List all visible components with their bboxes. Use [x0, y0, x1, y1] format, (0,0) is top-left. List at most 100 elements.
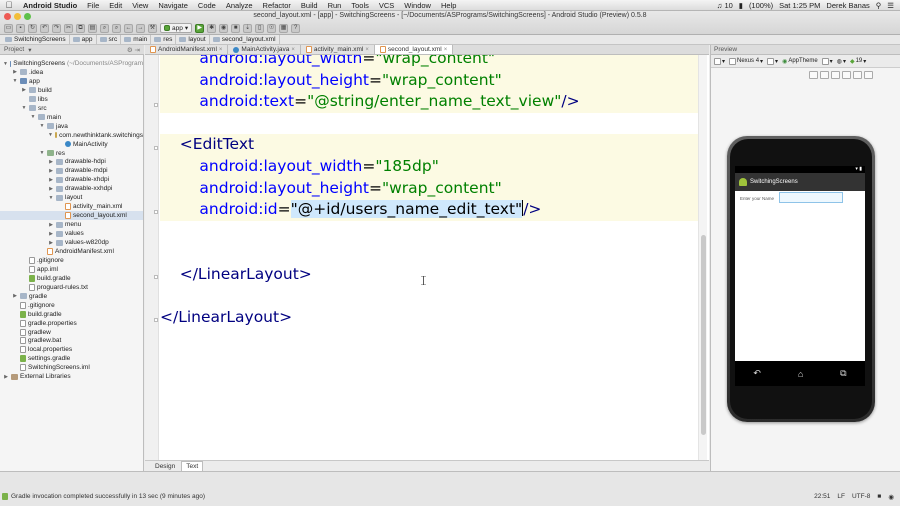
code-line[interactable]: [160, 113, 700, 135]
zoom-in-icon[interactable]: [831, 71, 840, 79]
breadcrumb-item[interactable]: app: [70, 35, 97, 44]
tree-item[interactable]: ▼ java: [0, 122, 143, 131]
api-select[interactable]: ◆ 19 ▾: [850, 58, 866, 65]
clock[interactable]: Sat 1:25 PM: [779, 1, 820, 10]
editor-tab[interactable]: MainActivity.java ×: [228, 45, 301, 54]
app-menu[interactable]: Android Studio: [18, 1, 82, 10]
code-line[interactable]: </LinearLayout>: [160, 264, 700, 286]
tree-item[interactable]: ▶ .idea: [0, 68, 143, 77]
scrollbar-thumb[interactable]: [701, 235, 706, 435]
tree-item[interactable]: settings.gradle: [0, 354, 143, 363]
chevron-right-icon[interactable]: ▶: [48, 231, 54, 237]
tree-item[interactable]: ▼ com.newthinktank.switchings: [0, 131, 143, 140]
search-icon[interactable]: ⚲: [876, 1, 882, 10]
fold-marker-icon[interactable]: [154, 103, 158, 107]
sdk-manager-icon[interactable]: ⇣: [243, 23, 253, 33]
chevron-right-icon[interactable]: ▶: [12, 293, 18, 299]
tree-item[interactable]: ▼ app: [0, 77, 143, 86]
tree-item[interactable]: activity_main.xml: [0, 202, 143, 211]
menu-item-window[interactable]: Window: [399, 1, 436, 10]
stop-icon[interactable]: ■: [231, 23, 241, 33]
save-icon[interactable]: ▪: [16, 23, 25, 33]
volume-icon[interactable]: ♫ 10: [717, 1, 733, 10]
fold-marker-icon[interactable]: [154, 146, 158, 150]
chevron-right-icon[interactable]: ▶: [48, 177, 54, 183]
tree-item[interactable]: AndroidManifest.xml: [0, 247, 143, 256]
tab-text[interactable]: Text: [181, 460, 204, 472]
forward-icon[interactable]: →: [136, 23, 145, 33]
tree-item[interactable]: app.iml: [0, 265, 143, 274]
breadcrumb-item[interactable]: src: [97, 35, 122, 44]
breadcrumb-item[interactable]: main: [121, 35, 152, 44]
tree-item[interactable]: gradlew: [0, 328, 143, 337]
apple-icon[interactable]: : [0, 0, 18, 11]
code-line[interactable]: [160, 242, 700, 264]
user-name[interactable]: Derek Banas: [826, 1, 869, 10]
tree-item[interactable]: SwitchingScreens.iml: [0, 363, 143, 372]
android-monitor-icon[interactable]: ☉: [267, 23, 277, 33]
chevron-right-icon[interactable]: ▶: [3, 374, 9, 380]
code-line[interactable]: android:text="@string/enter_name_text_vi…: [160, 91, 700, 113]
tree-item[interactable]: gradlew.bat: [0, 336, 143, 345]
editor-tab[interactable]: activity_main.xml ×: [300, 45, 375, 54]
fold-marker-icon[interactable]: [154, 318, 158, 322]
fold-marker-icon[interactable]: [154, 210, 158, 214]
tree-item[interactable]: proguard-rules.txt: [0, 283, 143, 292]
close-icon[interactable]: ×: [444, 47, 448, 53]
battery-icon[interactable]: ▮: [739, 1, 743, 10]
preview-settings-icon[interactable]: [864, 71, 873, 79]
code-line[interactable]: android:layout_height="wrap_content": [160, 69, 700, 92]
run-config-select[interactable]: app ▾: [160, 23, 193, 33]
chevron-down-icon[interactable]: ▼: [39, 123, 45, 129]
help-icon[interactable]: ?: [291, 23, 301, 33]
locale-select[interactable]: ◍ ▾: [837, 58, 846, 65]
chevron-down-icon[interactable]: ▼: [39, 150, 45, 156]
code-line[interactable]: android:layout_width="wrap_content": [160, 55, 700, 70]
layout-config-button[interactable]: ▾: [714, 57, 725, 65]
close-icon[interactable]: ×: [291, 47, 295, 53]
cut-icon[interactable]: ✂: [64, 23, 73, 33]
build-icon[interactable]: ⚒: [148, 23, 157, 33]
line-separator[interactable]: LF: [837, 493, 845, 501]
open-icon[interactable]: ▭: [4, 23, 13, 33]
tree-item[interactable]: ▶ drawable-xxhdpi: [0, 184, 143, 193]
project-panel-header[interactable]: Project ▾ ⚙ ⇥: [0, 45, 144, 55]
refresh-icon[interactable]: [853, 71, 862, 79]
tree-item[interactable]: ▶ drawable-hdpi: [0, 157, 143, 166]
chevron-right-icon[interactable]: ▶: [48, 240, 54, 246]
tree-item[interactable]: second_layout.xml: [0, 211, 143, 221]
home-nav-icon[interactable]: ⌂: [798, 369, 803, 379]
tree-item[interactable]: ▶ values: [0, 229, 143, 238]
project-structure-icon[interactable]: ▦: [279, 23, 289, 33]
activity-select[interactable]: ▾: [821, 57, 833, 65]
code-editor[interactable]: android:layout_width="wrap_content" andr…: [145, 55, 709, 460]
tree-item[interactable]: build.gradle: [0, 274, 143, 283]
tree-item[interactable]: ▶ menu: [0, 220, 143, 229]
editor-scrollbar[interactable]: [698, 55, 707, 460]
menu-item-navigate[interactable]: Navigate: [153, 1, 193, 10]
chevron-right-icon[interactable]: ▶: [21, 87, 27, 93]
menu-item-code[interactable]: Code: [193, 1, 221, 10]
attach-debugger-icon[interactable]: ◉: [219, 23, 229, 33]
tree-item[interactable]: ▶ drawable-xhdpi: [0, 175, 143, 184]
tree-item[interactable]: MainActivity: [0, 140, 143, 149]
menu-item-tools[interactable]: Tools: [346, 1, 374, 10]
copy-icon[interactable]: ⧉: [76, 23, 85, 33]
code-line[interactable]: [160, 286, 700, 308]
chevron-right-icon[interactable]: ▶: [48, 222, 54, 228]
tree-item[interactable]: ▶ values-w820dp: [0, 238, 143, 247]
paste-icon[interactable]: ▤: [88, 23, 97, 33]
status-message[interactable]: Gradle invocation completed successfully…: [2, 493, 205, 500]
tree-item[interactable]: libs: [0, 95, 143, 104]
tree-item[interactable]: ▼ main: [0, 113, 143, 122]
tree-item[interactable]: build.gradle: [0, 310, 143, 319]
device-select[interactable]: Nexus 4 ▾: [729, 57, 763, 65]
menu-item-help[interactable]: Help: [436, 1, 461, 10]
back-icon[interactable]: ←: [124, 23, 133, 33]
back-nav-icon[interactable]: ↶: [753, 368, 761, 379]
menu-item-build[interactable]: Build: [296, 1, 323, 10]
fold-marker-icon[interactable]: [154, 275, 158, 279]
tree-item[interactable]: ▶ drawable-mdpi: [0, 166, 143, 175]
code-line[interactable]: [160, 221, 700, 243]
tree-item[interactable]: .gitignore: [0, 256, 143, 265]
